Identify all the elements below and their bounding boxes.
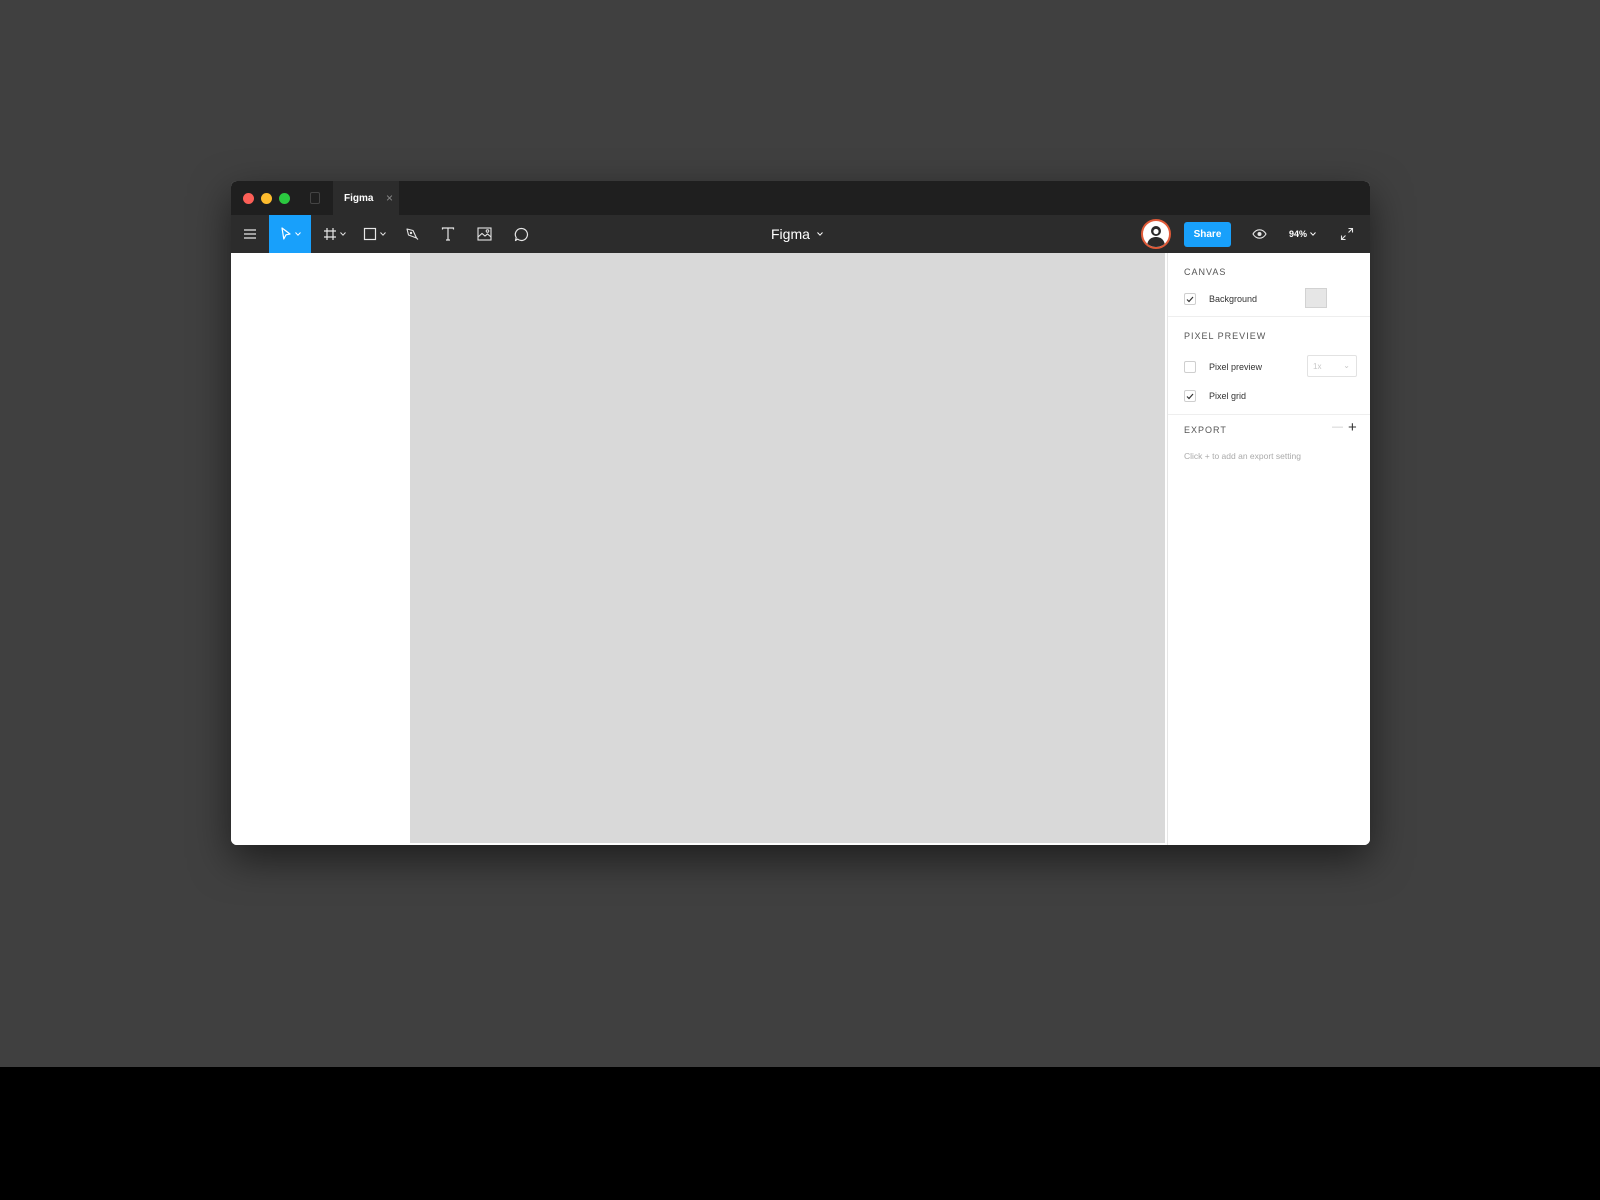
pixel-grid-label: Pixel grid — [1209, 391, 1247, 401]
chevron-down-icon — [1310, 232, 1316, 236]
fullscreen-icon — [1340, 227, 1354, 241]
pixel-preview-section-title: PIXEL PREVIEW — [1184, 331, 1267, 341]
eye-icon — [1251, 229, 1267, 239]
background-row: Background — [1184, 292, 1257, 306]
pixel-grid-checkbox[interactable] — [1184, 390, 1196, 402]
chevron-down-icon: ⌄ — [1343, 361, 1350, 370]
export-section: EXPORT — + Click + to add an export sett… — [1168, 415, 1370, 485]
file-tab[interactable]: Figma × — [333, 181, 399, 215]
rectangle-tool-button[interactable] — [357, 215, 391, 253]
comment-tool-button[interactable] — [507, 215, 535, 253]
hamburger-menu-icon — [244, 229, 256, 239]
checkmark-icon — [1186, 393, 1194, 399]
pixel-preview-label: Pixel preview — [1209, 362, 1263, 372]
close-window-button[interactable] — [243, 193, 254, 204]
user-avatar-icon — [1147, 226, 1165, 247]
frame-tool-icon — [323, 228, 336, 240]
document-title-menu[interactable]: Figma — [771, 215, 831, 253]
toolbar: Figma Share 94% — [231, 215, 1370, 253]
frame-tool-button[interactable] — [317, 215, 351, 253]
background-color-swatch[interactable] — [1305, 288, 1327, 308]
layers-panel — [231, 253, 410, 845]
add-export-icon[interactable]: + — [1348, 419, 1362, 436]
text-tool-button[interactable] — [434, 215, 462, 253]
checkmark-icon — [1186, 296, 1194, 302]
export-hint: Click + to add an export setting — [1184, 451, 1301, 461]
preview-button[interactable] — [1248, 215, 1270, 253]
background-label: Background — [1209, 294, 1258, 304]
text-tool-icon — [441, 227, 455, 241]
remove-export-icon[interactable]: — — [1332, 421, 1346, 435]
fullscreen-button[interactable] — [1335, 215, 1359, 253]
chevron-down-icon — [379, 232, 386, 236]
background-checkbox[interactable] — [1184, 293, 1196, 305]
properties-panel: CANVAS Background PIXEL PREVIEW Pixel pr… — [1167, 253, 1370, 845]
move-tool-icon — [280, 227, 291, 240]
design-canvas[interactable] — [410, 253, 1165, 843]
pixel-preview-section: PIXEL PREVIEW Pixel preview 1x ⌄ Pixel g… — [1168, 317, 1370, 415]
sidebar-toggle-icon[interactable] — [310, 192, 320, 204]
pen-tool-icon — [406, 228, 419, 240]
pixel-grid-row: Pixel grid — [1184, 389, 1246, 403]
canvas-section-title: CANVAS — [1184, 267, 1227, 277]
app-window: Figma × Figma Share 94% CANVAS Backgroun… — [231, 181, 1370, 845]
pixel-scale-select[interactable]: 1x ⌄ — [1307, 355, 1357, 377]
user-avatar[interactable] — [1141, 219, 1171, 249]
tab-close-icon[interactable]: × — [386, 191, 393, 205]
move-tool-button[interactable] — [269, 215, 311, 253]
chevron-down-icon — [294, 232, 301, 236]
zoom-menu[interactable]: 94% — [1289, 215, 1316, 253]
chevron-down-icon — [817, 232, 823, 236]
maximize-window-button[interactable] — [279, 193, 290, 204]
pen-tool-button[interactable] — [398, 215, 426, 253]
share-button[interactable]: Share — [1184, 222, 1231, 247]
main-menu-button[interactable] — [237, 215, 263, 253]
title-bar: Figma × — [231, 181, 1370, 215]
tab-label: Figma — [344, 193, 374, 204]
pixel-preview-row: Pixel preview — [1184, 360, 1262, 374]
image-tool-icon — [476, 227, 492, 241]
minimize-window-button[interactable] — [261, 193, 272, 204]
zoom-level: 94% — [1289, 229, 1308, 239]
pixel-scale-value: 1x — [1313, 361, 1322, 371]
document-title: Figma — [771, 226, 810, 242]
canvas-section: CANVAS Background — [1168, 253, 1370, 317]
image-tool-button[interactable] — [470, 215, 498, 253]
comment-tool-icon — [514, 227, 528, 241]
pixel-preview-checkbox[interactable] — [1184, 361, 1196, 373]
chevron-down-icon — [339, 232, 346, 236]
rectangle-tool-icon — [363, 227, 376, 241]
export-section-title: EXPORT — [1184, 425, 1227, 435]
